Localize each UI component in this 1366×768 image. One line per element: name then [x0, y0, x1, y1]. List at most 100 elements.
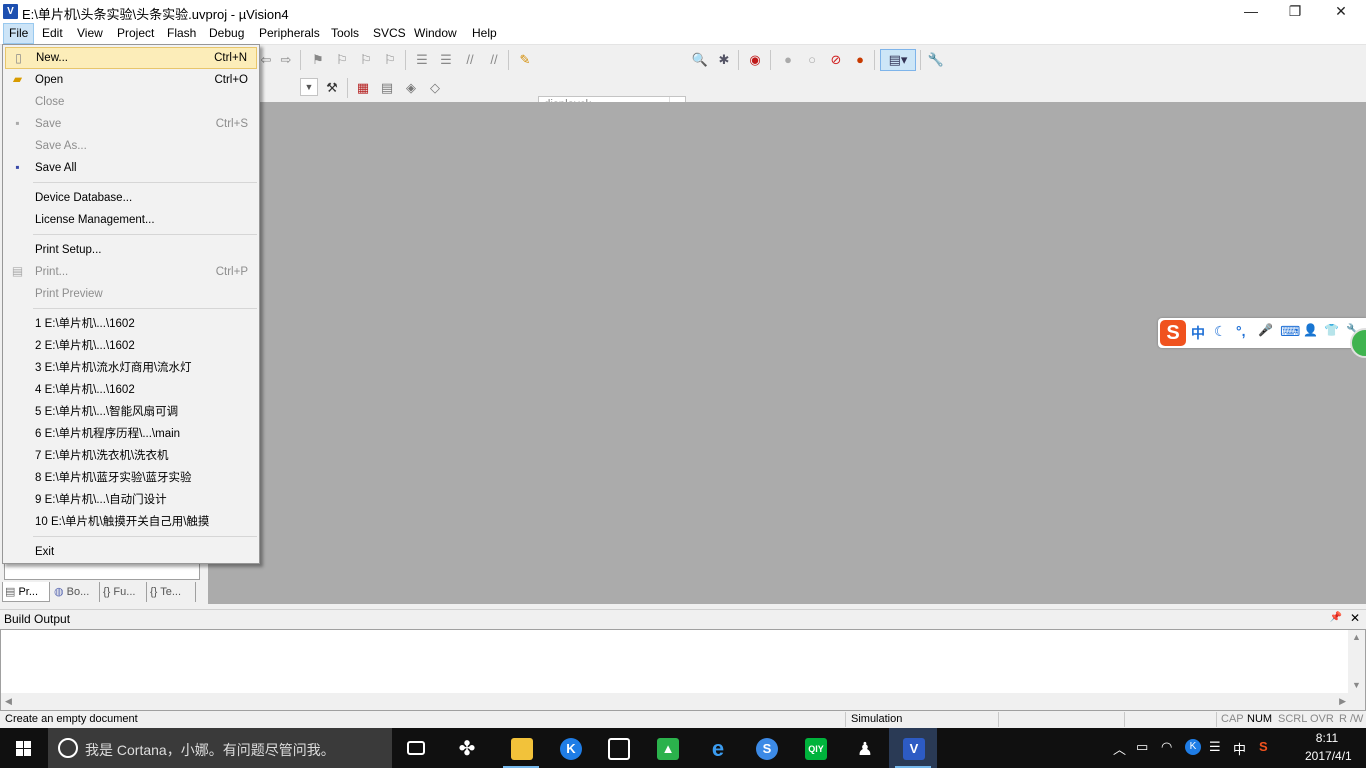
menu-edit[interactable]: Edit	[37, 23, 68, 44]
sogou-tray-icon[interactable]: S	[1259, 739, 1268, 754]
tab-project[interactable]: ▤ Pr...	[2, 582, 50, 602]
menu-item-open[interactable]: ▰ Open Ctrl+O	[5, 69, 257, 91]
menu-item-new[interactable]: ▯ New... Ctrl+N	[5, 47, 257, 69]
window-layout-icon[interactable]: ▤▾	[880, 49, 916, 71]
menu-item-print-preview[interactable]: Print Preview	[5, 283, 257, 305]
ime-skin-icon[interactable]: 👕	[1324, 323, 1339, 337]
recent-file-9[interactable]: 9 E:\单片机\...\自动门设计	[5, 489, 257, 511]
manage-runtime-icon[interactable]: ◈	[401, 78, 421, 98]
taskbar-app-explorer[interactable]	[497, 728, 545, 768]
comment-icon[interactable]: //	[460, 50, 480, 70]
taskbar-app-iqiyi[interactable]: QIY	[791, 728, 839, 768]
task-view-button[interactable]	[392, 728, 440, 768]
menu-item-device-database[interactable]: Device Database...	[5, 187, 257, 209]
menu-project[interactable]: Project	[112, 23, 159, 44]
horizontal-scrollbar[interactable]: ◀ ▶	[1, 693, 1350, 710]
start-debug-icon[interactable]: ◉	[745, 50, 765, 70]
notification-center-icon[interactable]: ☰	[1209, 739, 1221, 755]
recent-file-5[interactable]: 5 E:\单片机\...\智能风扇可调	[5, 401, 257, 423]
recent-file-4[interactable]: 4 E:\单片机\...\1602	[5, 379, 257, 401]
menu-item-print[interactable]: ▤ Print... Ctrl+P	[5, 261, 257, 283]
configure-wrench-icon[interactable]: 🔧	[926, 50, 946, 70]
tab-books[interactable]: ◍ Bo...	[52, 582, 100, 602]
scroll-down-icon[interactable]: ▼	[1352, 680, 1361, 690]
menu-item-close[interactable]: Close	[5, 91, 257, 113]
ime-halfwidth-icon[interactable]: ☾	[1214, 323, 1227, 340]
recent-file-2[interactable]: 2 E:\单片机\...\1602	[5, 335, 257, 357]
target-dropdown-chevron-icon[interactable]: ▼	[300, 78, 318, 96]
menu-item-save-all[interactable]: ▪ Save All	[5, 157, 257, 179]
taskbar-app-fan[interactable]: ✤	[442, 728, 490, 768]
menu-tools[interactable]: Tools	[326, 23, 364, 44]
ime-voice-icon[interactable]: 🎤	[1258, 323, 1273, 337]
taskbar-app-edge[interactable]: e	[693, 728, 741, 768]
recent-file-10[interactable]: 10 E:\单片机\触摸开关自己用\触摸	[5, 511, 257, 533]
kill-breakpoints-icon[interactable]: ●	[850, 50, 870, 70]
menu-svcs[interactable]: SVCS	[368, 23, 411, 44]
ime-punctuation-icon[interactable]: °,	[1236, 323, 1246, 339]
menu-view[interactable]: View	[72, 23, 108, 44]
incremental-find-icon[interactable]: ✱	[714, 50, 734, 70]
next-bookmark-icon[interactable]: ⚐	[356, 50, 376, 70]
close-icon[interactable]: ✕	[1350, 611, 1360, 625]
find-in-files-icon[interactable]: ✎	[515, 50, 535, 70]
scroll-left-icon[interactable]: ◀	[5, 696, 12, 707]
sogou-logo-icon[interactable]: S	[1160, 320, 1186, 346]
pin-icon[interactable]: 📌	[1330, 612, 1342, 623]
scroll-up-icon[interactable]: ▲	[1352, 632, 1361, 642]
unindent-icon[interactable]: ☰	[436, 50, 456, 70]
menu-item-print-setup[interactable]: Print Setup...	[5, 239, 257, 261]
recent-file-8[interactable]: 8 E:\单片机\蓝牙实验\蓝牙实验	[5, 467, 257, 489]
pack-installer-icon[interactable]: ◇	[425, 78, 445, 98]
wifi-icon[interactable]: ◠	[1161, 739, 1172, 755]
enable-breakpoint-icon[interactable]: ○	[802, 50, 822, 70]
menu-window[interactable]: Window	[409, 23, 462, 44]
taskbar-app-green[interactable]: ▲	[643, 728, 691, 768]
clear-bookmarks-icon[interactable]: ⚐	[380, 50, 400, 70]
disable-breakpoints-icon[interactable]: ⊘	[826, 50, 846, 70]
ime-keyboard-icon[interactable]: ⌨	[1280, 323, 1300, 340]
menu-debug[interactable]: Debug	[204, 23, 249, 44]
navigate-forward-icon[interactable]: ⇨	[276, 50, 296, 70]
battery-icon[interactable]: ▭	[1136, 739, 1148, 755]
restore-button[interactable]: ❐	[1272, 0, 1318, 23]
minimize-button[interactable]: —	[1228, 0, 1274, 23]
clock-time[interactable]: 8:11	[1310, 731, 1344, 745]
menu-peripherals[interactable]: Peripherals	[254, 23, 325, 44]
ime-language-indicator[interactable]: 中	[1233, 739, 1246, 758]
find-icon[interactable]: 🔍	[690, 50, 710, 70]
taskbar-app-sogou-browser[interactable]: S	[742, 728, 790, 768]
bookmark-icon[interactable]: ⚑	[308, 50, 328, 70]
editor-area[interactable]	[208, 102, 1366, 604]
previous-bookmark-icon[interactable]: ⚐	[332, 50, 352, 70]
tab-functions[interactable]: {} Fu...	[101, 582, 147, 602]
menu-file[interactable]: File	[3, 23, 35, 44]
insert-breakpoint-icon[interactable]: ●	[778, 50, 798, 70]
vertical-scrollbar[interactable]: ▲ ▼	[1348, 630, 1365, 710]
tab-templates[interactable]: {} Te...	[148, 582, 196, 602]
build-output-text[interactable]: ▲ ▼ ◀ ▶	[0, 629, 1366, 711]
recent-file-6[interactable]: 6 E:\单片机程序历程\...\main	[5, 423, 257, 445]
menu-item-license-management[interactable]: License Management...	[5, 209, 257, 231]
target-options-icon[interactable]: ⚒	[322, 78, 342, 98]
indent-icon[interactable]: ☰	[412, 50, 432, 70]
ime-user-icon[interactable]: 👤	[1303, 323, 1318, 337]
menu-item-save-as[interactable]: Save As...	[5, 135, 257, 157]
taskbar-app-kugou[interactable]: K	[546, 728, 594, 768]
cortana-search-box[interactable]: 我是 Cortana，小娜。有问题尽管问我。	[48, 728, 392, 768]
recent-file-1[interactable]: 1 E:\单片机\...\1602	[5, 313, 257, 335]
ime-chinese-mode-icon[interactable]: 中	[1191, 323, 1205, 343]
kugou-tray-icon[interactable]: K	[1185, 739, 1201, 755]
menu-item-save[interactable]: ▪ Save Ctrl+S	[5, 113, 257, 135]
start-button[interactable]	[0, 728, 48, 768]
scroll-right-icon[interactable]: ▶	[1339, 696, 1346, 707]
taskbar-app-uvision[interactable]: V	[889, 728, 937, 768]
menu-item-exit[interactable]: Exit	[5, 541, 257, 563]
show-hidden-icons-icon[interactable]: ︿	[1113, 739, 1126, 758]
close-button[interactable]: ✕	[1318, 0, 1364, 23]
uncomment-icon[interactable]: //	[484, 50, 504, 70]
taskbar-app-qq[interactable]: ♟	[840, 728, 888, 768]
select-packs-icon[interactable]: ▤	[377, 78, 397, 98]
recent-file-7[interactable]: 7 E:\单片机\洗衣机\洗衣机	[5, 445, 257, 467]
taskbar-app-store[interactable]	[594, 728, 642, 768]
